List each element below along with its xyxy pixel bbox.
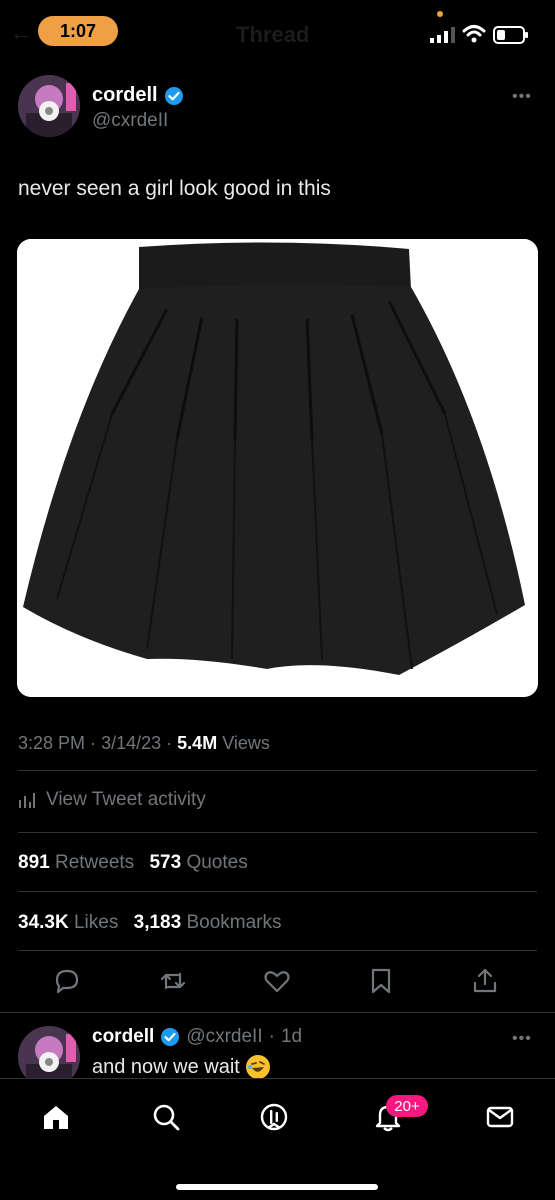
likes-count: 34.3K [18, 912, 69, 933]
likes-label: Likes [73, 912, 119, 933]
like-bookmark-stats: 34.3K Likes 3,183 Bookmarks [18, 912, 281, 934]
author-handle[interactable]: @cxrdeII [92, 110, 168, 132]
views-count: 5.4M [177, 733, 218, 753]
messages-icon[interactable] [484, 1101, 516, 1133]
views-label: Views [222, 733, 270, 753]
cellular-signal-icon [430, 27, 455, 43]
bottom-tab-bar: 20+ [0, 1078, 555, 1200]
quotes-label: Quotes [186, 852, 248, 873]
reply-author-name[interactable]: cordell [92, 1026, 154, 1048]
home-indicator[interactable] [176, 1184, 378, 1190]
status-bar: ← Thread 1:07 [0, 0, 555, 66]
wifi-icon [462, 25, 486, 43]
tweet-text: never seen a girl look good in this [18, 177, 331, 200]
likes-stat[interactable]: 34.3K Likes [18, 912, 118, 933]
reply-text-row: and now we wait [92, 1055, 270, 1079]
like-icon[interactable] [262, 966, 292, 996]
verified-badge-icon [161, 1028, 180, 1046]
ellipsis-icon[interactable]: ••• [512, 88, 532, 106]
verified-badge-icon [164, 86, 183, 105]
tweet-action-bar [0, 966, 555, 998]
tweet-time: 3:28 PM [18, 733, 86, 753]
bookmarks-count: 3,183 [133, 912, 182, 933]
reply-header[interactable]: cordell @cxrdeII · 1d [92, 1026, 302, 1048]
home-icon[interactable] [40, 1101, 72, 1133]
battery-icon [493, 26, 528, 44]
divider [18, 950, 537, 951]
header-title: Thread [236, 22, 310, 47]
reply-separator: · [268, 1026, 275, 1047]
reply-author-handle[interactable]: @cxrdeII [186, 1026, 262, 1048]
tweet-date: 3/14/23 [101, 733, 162, 753]
bookmarks-stat[interactable]: 3,183 Bookmarks [134, 912, 282, 933]
author-name[interactable]: cordell [92, 84, 158, 107]
reply-age: 1d [280, 1026, 303, 1047]
retweets-count: 891 [18, 852, 50, 873]
divider [18, 891, 537, 892]
divider [0, 1012, 555, 1013]
tweet-meta: 3:28 PM · 3/14/23 · 5.4M Views [18, 733, 270, 754]
ellipsis-icon[interactable]: ••• [512, 1030, 532, 1048]
retweet-quote-stats: 891 Retweets 573 Quotes [18, 852, 248, 874]
divider [18, 832, 537, 833]
bookmarks-label: Bookmarks [186, 912, 282, 933]
tweet-media-image[interactable] [17, 239, 538, 697]
retweets-stat[interactable]: 891 Retweets [18, 852, 134, 873]
analytics-icon [19, 793, 35, 808]
meta-separator: · [166, 733, 173, 753]
mic-indicator-icon [437, 11, 443, 17]
back-arrow-icon[interactable]: ← [10, 20, 32, 46]
notifications-badge: 20+ [386, 1095, 428, 1117]
rolling-laughing-emoji-icon [245, 1055, 270, 1079]
share-icon[interactable] [470, 966, 500, 996]
search-icon[interactable] [150, 1101, 182, 1133]
spaces-icon[interactable] [258, 1101, 290, 1133]
reply-icon[interactable] [52, 966, 82, 996]
view-activity-link[interactable]: View Tweet activity [18, 789, 206, 811]
divider [18, 770, 537, 771]
status-time: 1:07 [38, 16, 118, 46]
author-name-row[interactable]: cordell [92, 84, 184, 107]
author-avatar[interactable] [18, 75, 80, 137]
meta-separator: · [90, 733, 97, 753]
retweet-icon[interactable] [158, 966, 188, 996]
view-activity-label[interactable]: View Tweet activity [46, 789, 206, 811]
bookmark-icon[interactable] [366, 966, 396, 996]
retweets-label: Retweets [54, 852, 135, 873]
quotes-count: 573 [149, 852, 182, 873]
quotes-stat[interactable]: 573 Quotes [149, 852, 247, 873]
reply-text: and now we wait [92, 1055, 240, 1078]
